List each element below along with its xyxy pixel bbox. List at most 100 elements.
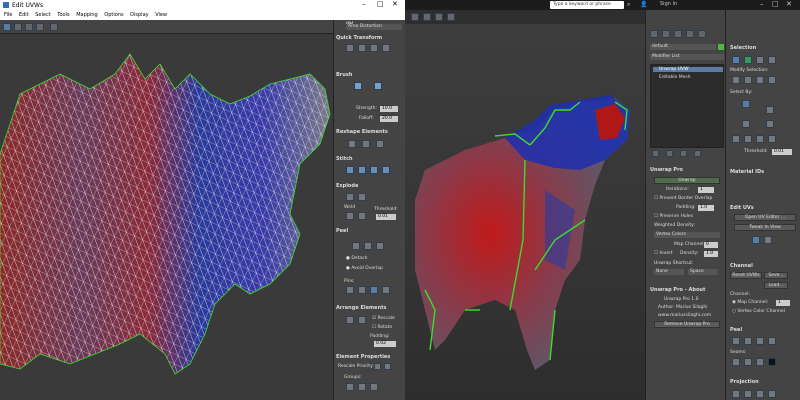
minimize-icon[interactable]: – (362, 0, 366, 8)
rollout-explode[interactable]: Explode (336, 182, 402, 190)
rollout-arrange[interactable]: Arrange Elements (336, 304, 402, 312)
select-icon[interactable] (766, 120, 774, 128)
show-result-icon[interactable] (666, 150, 673, 157)
weld-icon[interactable] (358, 212, 366, 220)
move-icon[interactable] (3, 23, 11, 31)
select-icon[interactable] (768, 135, 776, 143)
rollout-stitch[interactable]: Stitch (336, 155, 402, 163)
element-mode-icon[interactable] (768, 56, 776, 64)
pack-icon[interactable] (358, 316, 366, 324)
menu-view[interactable]: View (155, 12, 167, 18)
preserve-holes-checkbox[interactable]: ☐ Preserve Holes (654, 214, 693, 219)
peel-icon[interactable] (376, 242, 384, 250)
projection-icon[interactable] (768, 390, 776, 398)
rollout-unwrap-pro[interactable]: Unwrap Pro (650, 166, 716, 174)
seam-icon[interactable] (768, 358, 776, 366)
seam-icon[interactable] (732, 358, 740, 366)
projection-icon[interactable] (732, 390, 740, 398)
pin-icon[interactable] (358, 286, 366, 294)
reset-uvws-button[interactable]: Reset UVWs (730, 272, 762, 279)
uv-canvas[interactable] (0, 34, 333, 400)
create-tab-icon[interactable] (650, 30, 658, 38)
close-icon[interactable]: ✕ (786, 0, 792, 8)
peel-icon[interactable] (364, 242, 372, 250)
pin-stack-icon[interactable] (652, 150, 659, 157)
object-name-field[interactable]: default (650, 44, 716, 50)
rollout-projection[interactable]: Projection (730, 378, 796, 386)
grow-icon[interactable] (732, 76, 740, 84)
map-channel-field[interactable]: 0 (704, 242, 718, 248)
vertex-color-channel-radio[interactable]: ○ Vertex Color Channel (732, 309, 785, 314)
rollout-peel[interactable]: Peel (336, 227, 402, 235)
menu-mapping[interactable]: Mapping (76, 12, 97, 18)
shortcut-modifier-dropdown[interactable]: None (654, 269, 684, 275)
remove-unwrap-pro-button[interactable]: Remove Unwrap Pro (654, 321, 720, 328)
prevent-border-overlap-checkbox[interactable]: ☐ Prevent Border Overlap (654, 196, 712, 201)
edge-mode-icon[interactable] (744, 56, 752, 64)
projection-icon[interactable] (744, 390, 752, 398)
search-input[interactable]: Type a keyword or phrase (550, 1, 624, 9)
mirror-icon[interactable] (50, 23, 58, 31)
quick-planar-icon[interactable] (764, 236, 772, 244)
padding-field[interactable]: 0.02 (374, 341, 396, 347)
pack-icon[interactable] (346, 316, 354, 324)
stitch-icon[interactable] (358, 166, 366, 174)
search-icon[interactable]: ⌕ (627, 1, 630, 9)
priority-icon[interactable] (374, 363, 381, 370)
falloff-field[interactable]: 20.0 (380, 116, 398, 122)
scale-icon[interactable] (25, 23, 33, 31)
threshold-field[interactable]: 0.01 (376, 214, 396, 220)
map-channel-radio[interactable]: ◉ Map Channel: (732, 300, 768, 305)
peel-icon[interactable] (756, 337, 764, 345)
select-icon[interactable] (756, 135, 764, 143)
align-icon[interactable] (346, 44, 354, 52)
peel-icon[interactable] (768, 337, 776, 345)
menu-select[interactable]: Select (35, 12, 50, 18)
display-tab-icon[interactable] (698, 30, 706, 38)
stitch-icon[interactable] (382, 166, 390, 174)
stitch-icon[interactable] (346, 166, 354, 174)
maximize-icon[interactable]: □ (772, 0, 779, 8)
face-mode-icon[interactable] (756, 56, 764, 64)
about-website[interactable]: www.mariussilaghi.com (658, 313, 711, 318)
stack-item-mesh[interactable]: Editable Mesh (653, 75, 691, 80)
open-uv-editor-button[interactable]: Open UV Editor ... (734, 214, 796, 221)
rollout-element-properties[interactable]: Element Properties (336, 353, 402, 361)
projection-icon[interactable] (756, 390, 764, 398)
break-icon[interactable] (358, 193, 366, 201)
perspective-viewport[interactable] (405, 10, 645, 400)
pin-icon[interactable] (370, 286, 378, 294)
hierarchy-tab-icon[interactable] (674, 30, 682, 38)
unfold-icon[interactable] (376, 140, 384, 148)
invert-checkbox[interactable]: ☐ Invert (654, 251, 673, 256)
break-icon[interactable] (346, 193, 354, 201)
rollout-about[interactable]: Unwrap Pro - About (650, 286, 716, 294)
straighten-icon[interactable] (348, 140, 356, 148)
tweak-in-view-button[interactable]: Tweak In View (734, 224, 796, 231)
pin-icon[interactable] (382, 286, 390, 294)
loop-icon[interactable] (756, 76, 764, 84)
user-icon[interactable]: 👤 (640, 1, 647, 8)
avoid-overlap-checkbox[interactable]: ● Avoid Overlap (346, 266, 383, 271)
unwrap-button[interactable]: Unwrap (654, 177, 720, 184)
select-icon[interactable] (732, 135, 740, 143)
maximize-icon[interactable]: □ (377, 0, 384, 8)
priority-icon[interactable] (384, 363, 391, 370)
map-channel-field[interactable]: 1 (776, 300, 790, 306)
rollout-selection[interactable]: Selection (730, 44, 796, 52)
load-button[interactable]: Load... (764, 282, 788, 289)
stack-item-unwrap[interactable]: Unwrap UVW (653, 67, 723, 72)
stitch-icon[interactable] (370, 166, 378, 174)
menu-options[interactable]: Options (104, 12, 123, 18)
relax-brush-icon[interactable] (374, 82, 382, 90)
density-field[interactable]: 1.0 (704, 251, 718, 257)
ring-icon[interactable] (768, 76, 776, 84)
select-icon[interactable] (744, 135, 752, 143)
threshold-field[interactable]: 0.01 (772, 149, 792, 155)
display-mode-dropdown[interactable]: Area Distortion (346, 24, 402, 30)
rescale-checkbox[interactable]: ☑ Rescale (372, 316, 395, 321)
menu-file[interactable]: File (4, 12, 12, 18)
modify-tab-icon[interactable] (662, 30, 670, 38)
align-icon[interactable] (370, 44, 378, 52)
peel-icon[interactable] (732, 337, 740, 345)
